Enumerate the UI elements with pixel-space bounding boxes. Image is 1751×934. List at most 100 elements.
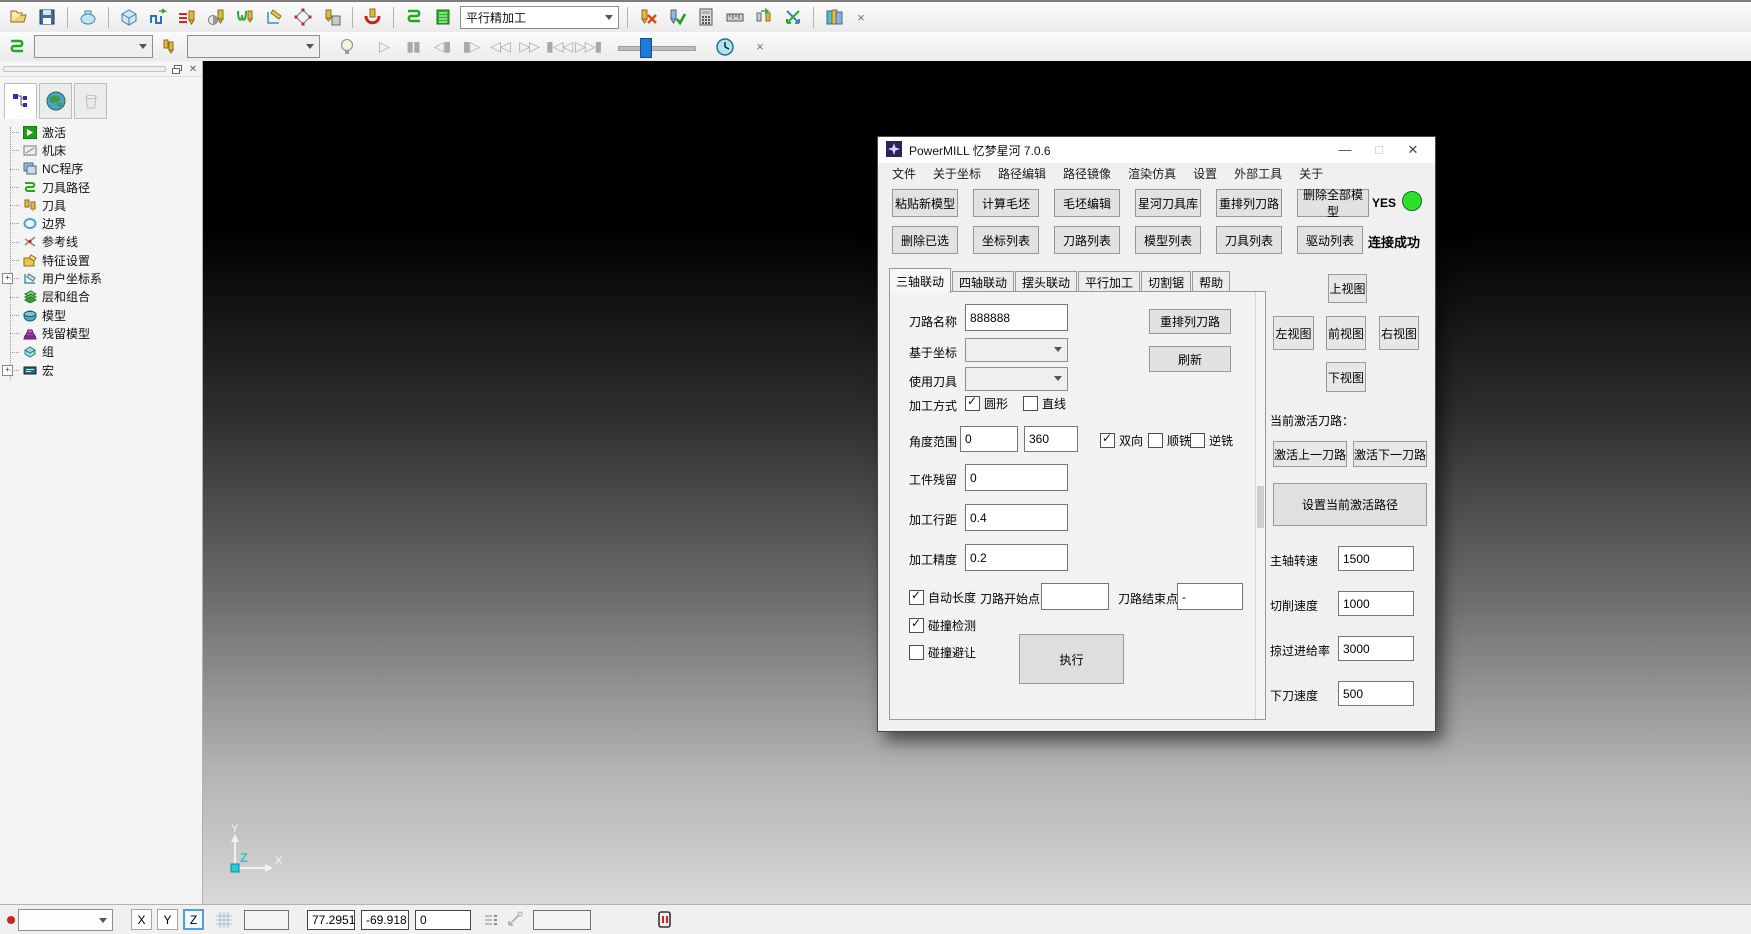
tab-web-view[interactable] (39, 83, 72, 119)
maximize-icon[interactable]: □ (1363, 137, 1395, 162)
toolpath-name-input[interactable] (965, 304, 1068, 331)
tree-item-workplanes[interactable]: +用户坐标系 (0, 269, 202, 287)
save-icon[interactable] (35, 5, 59, 29)
plunge-feed-input[interactable] (1338, 681, 1414, 706)
open-file-icon[interactable] (6, 5, 30, 29)
calc-block-button[interactable]: 计算毛坯 (973, 189, 1039, 217)
tree-item-macros[interactable]: +宏 (0, 361, 202, 379)
clock-icon[interactable] (713, 35, 737, 59)
menu-file[interactable]: 文件 (892, 165, 916, 182)
strategy-combo[interactable]: 平行精加工 (460, 6, 619, 29)
axis-x-button[interactable]: X (131, 909, 152, 930)
cursor-x-field[interactable]: 77.2951 (307, 910, 355, 930)
scrollbar-thumb[interactable] (1257, 486, 1264, 528)
tree-item-nc-programs[interactable]: NC程序 (0, 160, 202, 178)
tool-holder-icon[interactable] (361, 5, 385, 29)
auto-length-checkbox[interactable]: 自动长度 (909, 589, 976, 606)
grid-size-field[interactable] (244, 910, 289, 930)
menu-coords[interactable]: 关于坐标 (933, 165, 981, 182)
leads-links-icon[interactable] (146, 5, 170, 29)
menu-settings[interactable]: 设置 (1193, 165, 1217, 182)
workplane-combo[interactable] (18, 909, 113, 931)
dir-both-checkbox[interactable]: 双向 (1100, 432, 1143, 449)
dir-climb-checkbox[interactable]: 顺铣 (1148, 432, 1191, 449)
mode-circle-checkbox[interactable]: 圆形 (965, 395, 1008, 412)
calculator-icon[interactable] (694, 5, 718, 29)
grip-bar[interactable] (3, 66, 166, 72)
close-icon[interactable]: ✕ (1397, 137, 1429, 162)
cursor-z-field[interactable]: 0 (415, 910, 471, 930)
strategy-list-icon[interactable] (431, 5, 455, 29)
light-icon[interactable] (335, 35, 359, 59)
play-icon[interactable]: ▷ (372, 38, 396, 55)
probe-axis-icon[interactable] (503, 908, 527, 932)
start-point-input[interactable] (1041, 583, 1109, 610)
menu-render-sim[interactable]: 渲染仿真 (1128, 165, 1176, 182)
tree-item-patterns[interactable]: 参考线 (0, 233, 202, 251)
tree-item-models[interactable]: 模型 (0, 306, 202, 324)
slider-thumb[interactable] (640, 38, 652, 58)
angle-to-input[interactable] (1024, 426, 1078, 452)
tab-help[interactable]: 帮助 (1192, 271, 1230, 293)
view-top-button[interactable]: 上视图 (1328, 274, 1367, 303)
angle-from-input[interactable] (960, 426, 1018, 452)
tree-item-groups[interactable]: 组 (0, 343, 202, 361)
tab-parallel[interactable]: 平行加工 (1078, 271, 1140, 293)
tool-change-icon[interactable] (752, 5, 776, 29)
rearrange-button[interactable]: 重排列刀路 (1149, 309, 1231, 334)
dir-conventional-checkbox[interactable]: 逆铣 (1190, 432, 1233, 449)
view-front-button[interactable]: 前视图 (1326, 316, 1366, 350)
view-right-button[interactable]: 右视图 (1379, 316, 1419, 350)
tree-item-tools[interactable]: 刀具 (0, 196, 202, 214)
use-tool-select[interactable] (965, 367, 1068, 391)
simulate-tool-icon[interactable] (320, 5, 344, 29)
spindle-speed-input[interactable] (1338, 546, 1414, 571)
tab-saw[interactable]: 切割锯 (1141, 271, 1191, 293)
tab-recycle-bin[interactable] (74, 83, 107, 119)
drive-list-button[interactable]: 驱动列表 (1297, 226, 1363, 254)
path-list-button[interactable]: 刀路列表 (1054, 226, 1120, 254)
tree-item-machine[interactable]: 机床 (0, 141, 202, 159)
collision-avoid-checkbox[interactable]: 碰撞避让 (909, 644, 976, 661)
coord-list-button[interactable]: 坐标列表 (973, 226, 1039, 254)
pattern-icon[interactable] (262, 5, 286, 29)
tolerance-input[interactable] (965, 544, 1068, 571)
tool-delete-icon[interactable] (636, 5, 660, 29)
grid-snap-icon[interactable] (212, 908, 236, 932)
tab-4axis[interactable]: 四轴联动 (952, 271, 1014, 293)
view-bottom-button[interactable]: 下视图 (1326, 362, 1366, 392)
delete-all-models-button[interactable]: 删除全部模型 (1297, 189, 1369, 217)
activate-prev-path-button[interactable]: 激活上一刀路 (1273, 441, 1347, 467)
paste-model-button[interactable]: 粘贴新模型 (892, 189, 958, 217)
stepover-input[interactable] (965, 504, 1068, 531)
create-tool-icon[interactable] (204, 5, 228, 29)
close-icon[interactable]: ✕ (186, 63, 200, 75)
toolbar-close-icon[interactable]: × (750, 39, 770, 54)
edit-block-button[interactable]: 毛坯编辑 (1054, 189, 1120, 217)
restore-window-icon[interactable] (170, 63, 184, 75)
go-start-icon[interactable]: ▮◁◁ (546, 38, 570, 55)
menu-path-mirror[interactable]: 路径镜像 (1063, 165, 1111, 182)
fast-forward-icon[interactable]: ▷▷ (517, 38, 541, 55)
view-left-button[interactable]: 左视图 (1273, 316, 1314, 350)
toolbar-close-icon[interactable]: × (851, 10, 871, 25)
tab-3axis[interactable]: 三轴联动 (889, 268, 951, 293)
tree-item-levels-sets[interactable]: 层和组合 (0, 288, 202, 306)
collision-check-checkbox[interactable]: 碰撞检测 (909, 617, 976, 634)
feeds-speeds-icon[interactable] (175, 5, 199, 29)
measure-icon[interactable] (723, 5, 747, 29)
model-list-button[interactable]: 模型列表 (1135, 226, 1201, 254)
skim-feed-input[interactable] (1338, 636, 1414, 661)
sim-toolpath-combo[interactable] (34, 35, 153, 58)
rearrange-paths-button[interactable]: 重排列刀路 (1216, 189, 1282, 217)
axis-y-button[interactable]: Y (157, 909, 178, 930)
step-forward-icon[interactable]: ▮▷ (459, 38, 483, 55)
workplane-points-icon[interactable] (291, 5, 315, 29)
delete-selected-button[interactable]: 删除已选 (892, 226, 958, 254)
step-back-icon[interactable]: ◁▮ (430, 38, 454, 55)
menu-path-edit[interactable]: 路径编辑 (998, 165, 1046, 182)
cutting-feed-input[interactable] (1338, 591, 1414, 616)
tree-item-activate[interactable]: 激活 (0, 123, 202, 141)
boundary-icon[interactable] (233, 5, 257, 29)
pause-icon[interactable]: ▮▮ (401, 38, 425, 55)
